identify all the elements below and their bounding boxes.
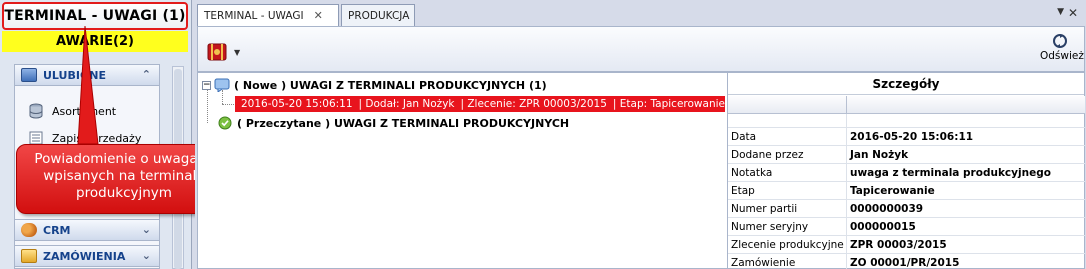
details-value: 0000000039 (850, 202, 924, 215)
note-stage: | Etap: Tapicerowanie ... (612, 98, 725, 110)
details-value: uwaga z terminala produkcyjnego (850, 166, 1051, 179)
group-crm[interactable]: CRM ⌄ (14, 219, 160, 241)
tab-produkcja-label: PRODUKCJA (348, 9, 410, 22)
close-tab-icon[interactable]: ✕ (314, 9, 323, 22)
details-key: Notatka (728, 163, 847, 182)
note-date: 2016-05-20 15:06:11 (241, 98, 353, 110)
group-crm-label: CRM (43, 223, 71, 237)
details-row: Numer seryjny 000000015 (728, 217, 1085, 236)
refresh-icon (1053, 34, 1067, 48)
note-order: | Zlecenie: ZPR 00003/2015 (460, 98, 607, 110)
package-icon (207, 43, 227, 61)
chevron-down-icon[interactable]: ⌄ (142, 249, 151, 262)
group-zamowienia-label: ZAMÓWIENIA (43, 249, 126, 263)
details-value: Tapicerowanie (850, 184, 935, 197)
group-zamowienia[interactable]: ZAMÓWIENIA ⌄ (14, 245, 160, 267)
details-value: ZO 00001/PR/2015 (850, 256, 960, 269)
collapse-toggle-icon[interactable]: − (202, 80, 211, 90)
chevron-up-icon[interactable]: ⌃ (142, 68, 151, 81)
details-key: Numer partii (728, 199, 847, 218)
details-row: Data 2016-05-20 15:06:11 (728, 127, 1085, 146)
notes-tree: − ( Nowe ) UWAGI Z TERMINALI PRODUKCYJNY… (198, 73, 726, 268)
details-key: Dodane przez (728, 145, 847, 164)
favorites-icon (21, 68, 37, 82)
note-added-by: | Dodał: Jan Nożyk (358, 98, 455, 110)
details-key: Zlecenie produkcyjne (728, 235, 847, 254)
tab-list-dropdown-icon[interactable]: ▼ (1057, 7, 1064, 17)
details-value: Jan Nożyk (850, 148, 909, 161)
tab-terminal-uwagi[interactable]: TERMINAL - UWAGI ✕ (197, 4, 339, 26)
chevron-down-icon[interactable]: ⌄ (142, 223, 151, 236)
details-row: Numer partii 0000000039 (728, 199, 1085, 218)
details-key: Numer seryjny (728, 217, 847, 236)
details-value: 000000015 (850, 220, 916, 233)
details-blank-row (728, 114, 1085, 128)
check-icon (218, 116, 232, 130)
toolbar: ▼ Odśwież (197, 26, 1085, 72)
details-title: Szczegóły (728, 73, 1084, 95)
tree-node-nowe[interactable]: − ( Nowe ) UWAGI Z TERMINALI PRODUKCYJNY… (202, 78, 547, 92)
details-table-header (728, 96, 1085, 114)
details-panel: Szczegóły Data 2016-05-20 15:06:11 Dodane… (727, 73, 1085, 269)
refresh-label: Odśwież (1040, 50, 1084, 62)
tab-produkcja[interactable]: PRODUKCJA (341, 4, 415, 26)
details-key: Zamówienie (728, 253, 847, 269)
main-area: TERMINAL - UWAGI ✕ PRODUKCJA ▼ ✕ ▼ Odświ… (195, 0, 1086, 269)
people-icon (21, 223, 37, 237)
actions-dropdown-button[interactable]: ▼ (206, 37, 246, 67)
details-row: Dodane przez Jan Nożyk (728, 145, 1085, 164)
details-row: Zlecenie produkcyjne ZPR 00003/2015 (728, 235, 1085, 254)
details-table: Data 2016-05-20 15:06:11 Dodane przez Jan … (728, 96, 1085, 269)
details-key: Data (728, 127, 847, 146)
details-row: Etap Tapicerowanie (728, 181, 1085, 200)
tab-bar: TERMINAL - UWAGI ✕ PRODUKCJA ▼ ✕ (195, 4, 1086, 26)
tree-node-przeczytane[interactable]: ( Przeczytane ) UWAGI Z TERMINALI PRODUK… (218, 116, 569, 130)
tree-connector (222, 104, 234, 105)
tab-terminal-uwagi-label: TERMINAL - UWAGI (204, 9, 304, 22)
tree-node-nowe-label: ( Nowe ) UWAGI Z TERMINALI PRODUKCYJNYCH… (234, 78, 547, 92)
message-new-icon (214, 78, 230, 92)
content-area: − ( Nowe ) UWAGI Z TERMINALI PRODUKCYJNY… (197, 72, 1085, 269)
details-row: Zamówienie ZO 00001/PR/2015 (728, 253, 1085, 269)
tree-connector (222, 90, 223, 104)
details-value: ZPR 00003/2015 (850, 238, 947, 251)
details-row: Notatka uwaga z terminala produkcyjnego (728, 163, 1085, 182)
details-value: 2016-05-20 15:06:11 (850, 130, 974, 143)
tree-node-przeczytane-label: ( Przeczytane ) UWAGI Z TERMINALI PRODUK… (237, 116, 570, 130)
callout-pointer (77, 25, 99, 144)
close-window-icon[interactable]: ✕ (1068, 6, 1078, 20)
details-key: Etap (728, 181, 847, 200)
dropdown-arrow-icon: ▼ (234, 47, 241, 57)
folder-icon (21, 249, 37, 263)
tree-connector (207, 87, 208, 123)
refresh-button[interactable]: Odśwież (1040, 33, 1084, 62)
tree-selected-note-row[interactable]: 2016-05-20 15:06:11 | Dodał: Jan Nożyk |… (235, 96, 725, 112)
